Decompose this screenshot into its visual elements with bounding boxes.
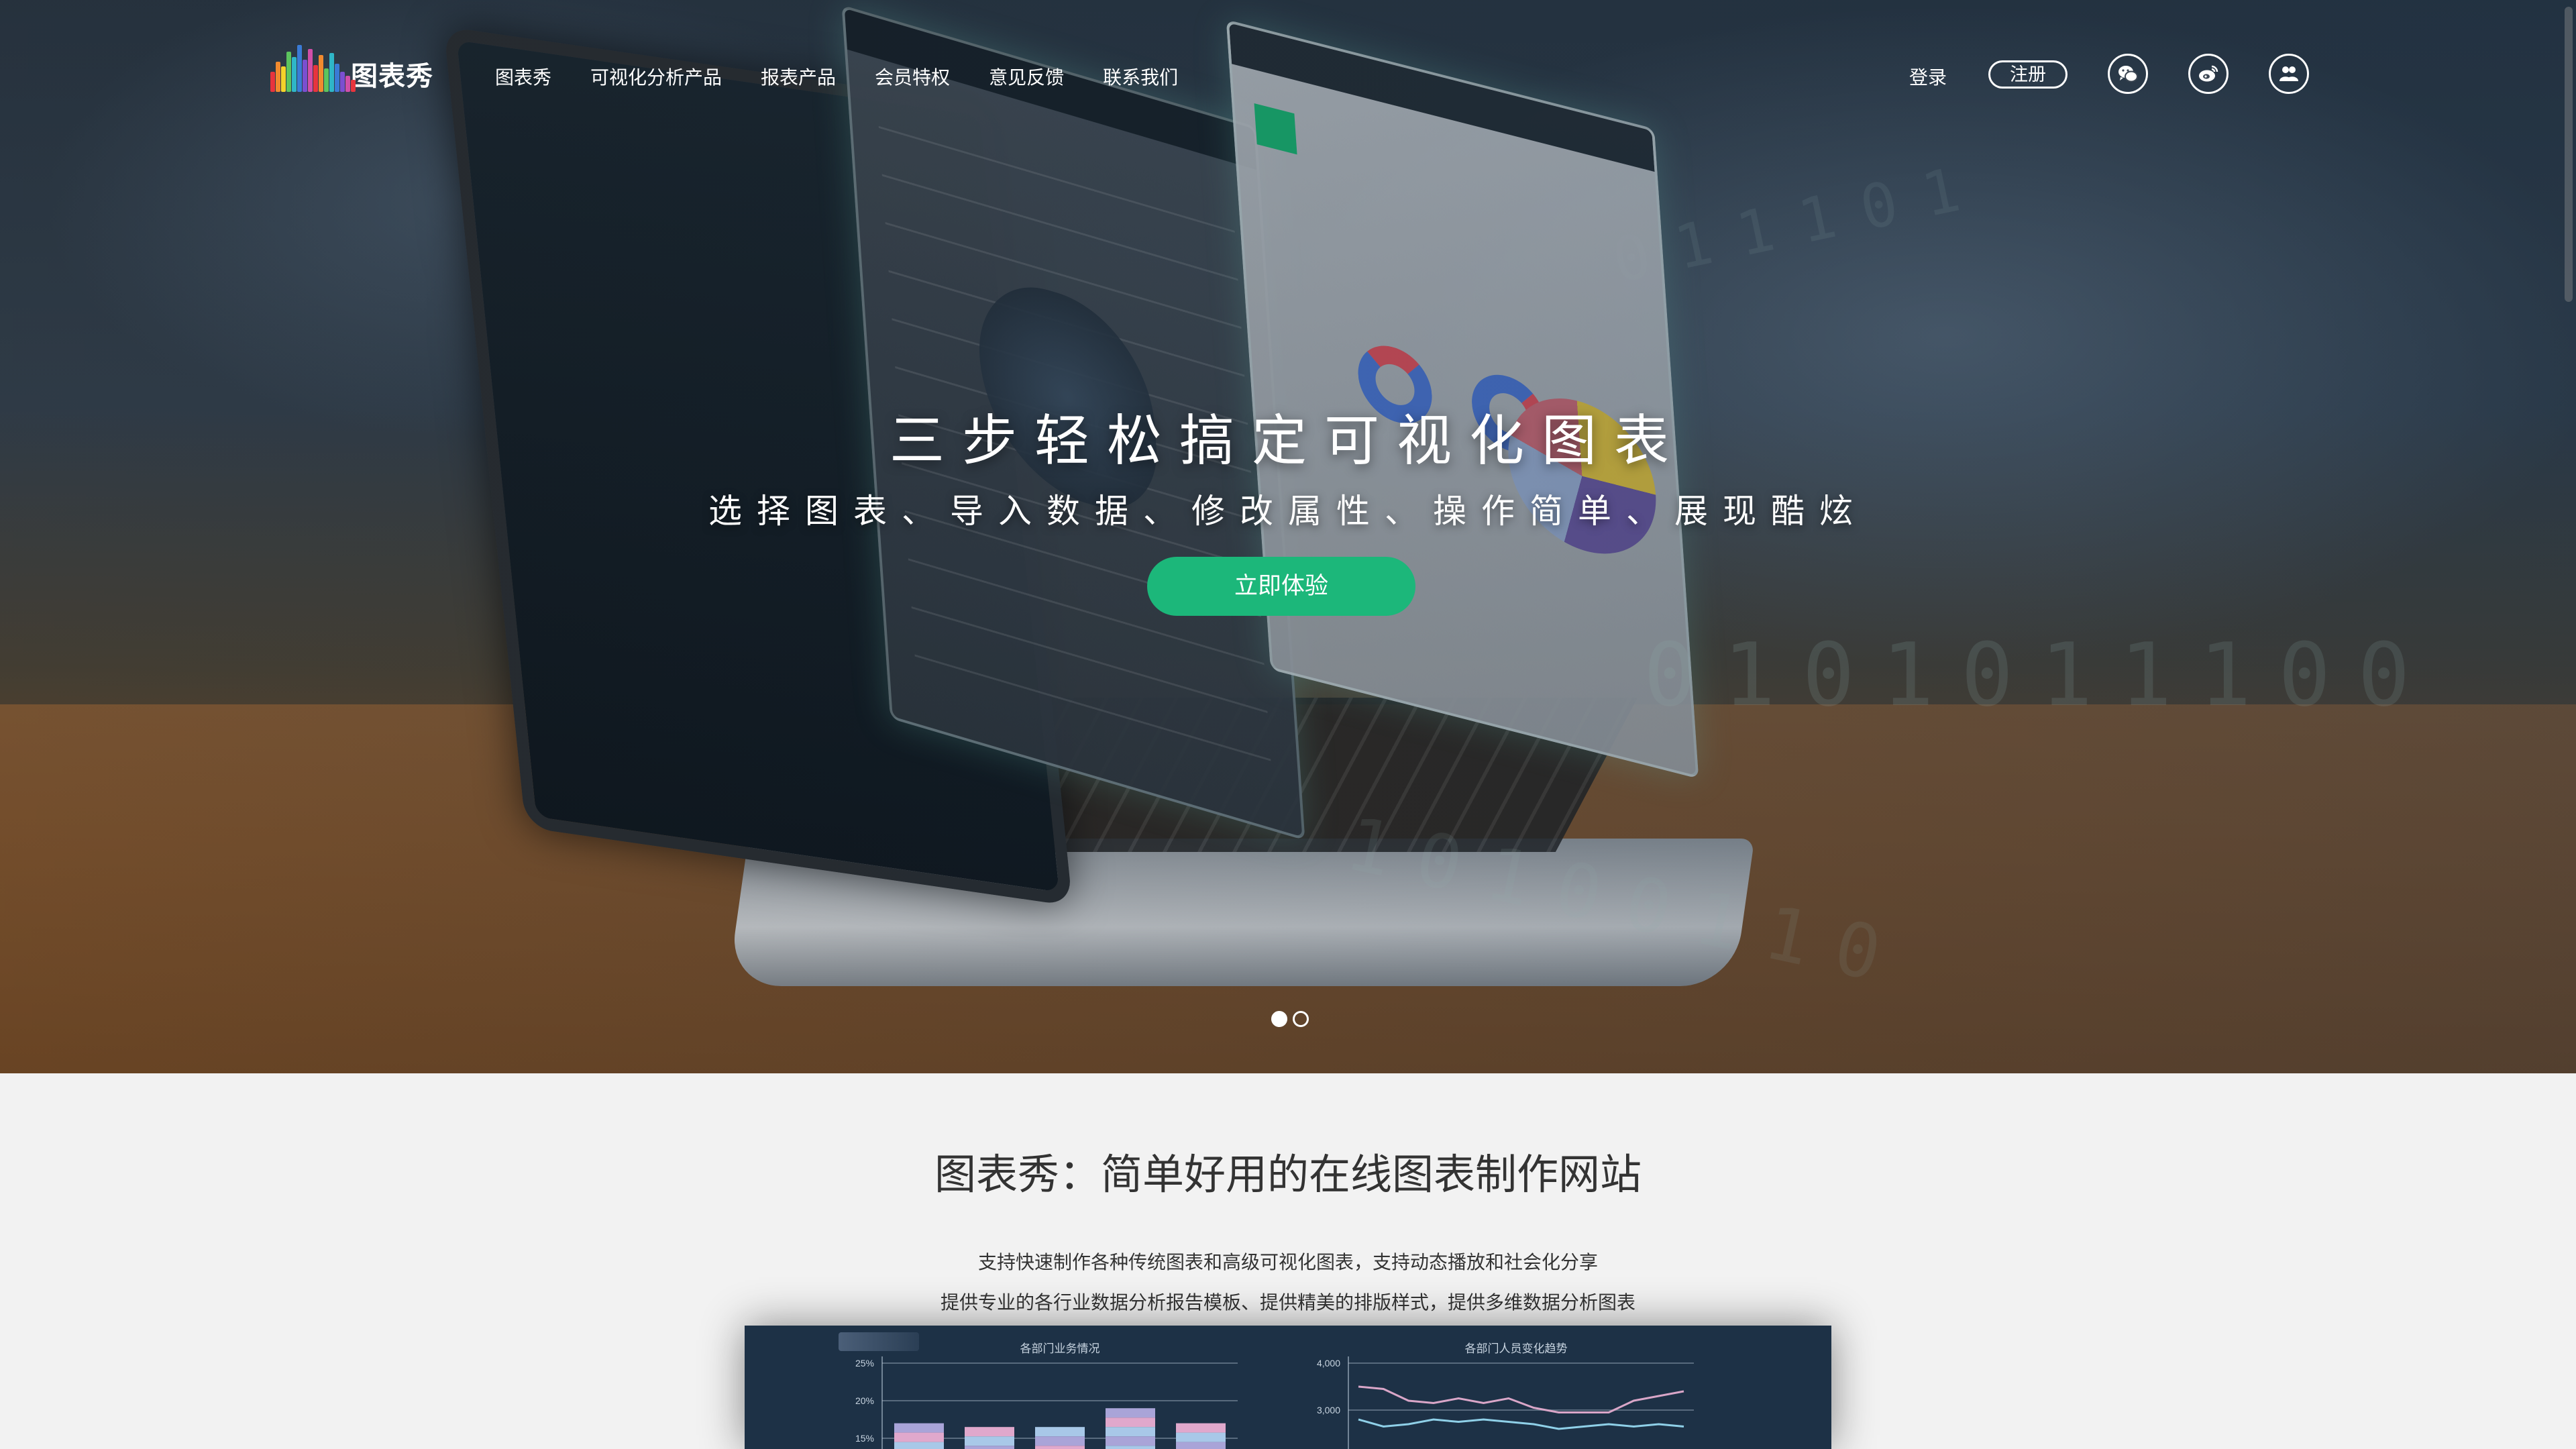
section-title: 图表秀：简单好用的在线图表制作网站 [934,1152,1642,1198]
y-tick-label: 4,000 [1317,1358,1340,1368]
hero-subtitle: 选择图表、导入数据、修改属性、操作简单、展现酷炫 [708,492,1868,530]
carousel-dot-1[interactable] [1271,1011,1287,1027]
y-tick-label: 15% [855,1433,874,1444]
bar [894,1442,944,1449]
bar [894,1432,944,1442]
nav-account-area: 登录 注册 [0,54,2576,97]
section-description: 提供专业的各行业数据分析报告模板、提供精美的排版样式，提供多维数据分析图表 [940,1292,1635,1313]
bar [1035,1446,1085,1449]
bar [965,1446,1014,1449]
series-line [1358,1418,1684,1430]
y-tick-label: 25% [855,1358,874,1368]
hero-overlay [0,0,2576,1073]
bar [1106,1446,1155,1449]
chart-title: 各部门业务情况 [1020,1342,1100,1355]
bar [1035,1427,1085,1437]
bar [1106,1427,1155,1437]
bar [894,1423,944,1433]
y-tick-label: 3,000 [1317,1405,1340,1415]
top-navigation: 图表秀 图表秀 可视化分析产品 报表产品 会员特权 意见反馈 联系我们 登录 注… [0,0,2576,154]
bar [1106,1408,1155,1418]
bar [1176,1432,1226,1442]
section-description: 支持快速制作各种传统图表和高级可视化图表，支持动态播放和社会化分享 [977,1252,1598,1273]
bar [1106,1417,1155,1428]
group-icon[interactable] [2269,54,2309,94]
bar [1106,1436,1155,1446]
chart-title: 各部门人员变化趋势 [1465,1342,1568,1355]
bar [965,1436,1014,1446]
y-tick-label: 20% [855,1395,874,1406]
wechat-icon[interactable] [2108,54,2148,94]
bar [1035,1436,1085,1446]
weibo-icon[interactable] [2188,54,2229,94]
bar [1176,1423,1226,1433]
register-button[interactable]: 注册 [1988,60,2068,89]
login-link[interactable]: 登录 [1909,63,1947,90]
hero-banner: 011101 0101011100 10100110 [0,0,2576,1073]
bar [1176,1442,1226,1449]
bar [965,1427,1014,1437]
scrollbar-thumb[interactable] [2565,7,2573,302]
series-line [1358,1385,1684,1413]
report-preview: 各部门业务情况 25% 20% 15% 各部门人员变化趋势 4,000 3,000 [745,1326,1831,1449]
carousel-dot-2[interactable] [1293,1011,1309,1027]
carousel-indicators [1271,1011,1314,1027]
hero-title: 三步轻松搞定可视化图表 [889,411,1686,472]
preview-charts: 各部门业务情况 25% 20% 15% 各部门人员变化趋势 4,000 3,000 [855,1342,1694,1449]
try-now-button[interactable]: 立即体验 [1147,557,1415,616]
